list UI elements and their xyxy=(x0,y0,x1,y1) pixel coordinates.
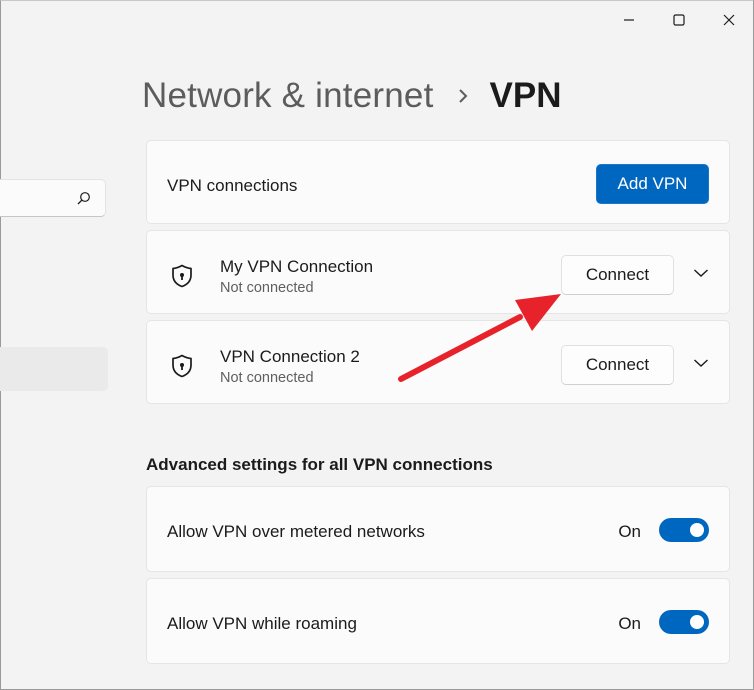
toggle-state-label: On xyxy=(618,522,641,541)
vpn-connection-name: VPN Connection 2 xyxy=(220,347,360,366)
breadcrumb-parent[interactable]: Network & internet xyxy=(142,76,434,116)
setting-label: Allow VPN while roaming xyxy=(167,614,357,633)
setting-metered-networks: Allow VPN over metered networks On xyxy=(146,486,730,572)
maximize-button[interactable] xyxy=(654,0,704,40)
window-controls xyxy=(604,0,754,40)
chevron-right-icon xyxy=(458,88,468,104)
chevron-down-icon[interactable] xyxy=(693,355,709,373)
advanced-settings-title: Advanced settings for all VPN connection… xyxy=(146,455,493,474)
metered-networks-toggle[interactable] xyxy=(659,518,709,542)
settings-search-input[interactable] xyxy=(0,179,106,217)
close-button[interactable] xyxy=(704,0,754,40)
vpn-connection-status: Not connected xyxy=(220,280,314,296)
connect-button[interactable]: Connect xyxy=(561,255,674,295)
add-vpn-button[interactable]: Add VPN xyxy=(596,164,709,204)
shield-icon xyxy=(171,264,193,293)
sidebar-item-selected[interactable] xyxy=(0,347,108,391)
maximize-icon xyxy=(673,14,685,26)
connect-button[interactable]: Connect xyxy=(561,345,674,385)
vpn-connection-item[interactable]: VPN Connection 2 Not connected Connect xyxy=(146,320,730,404)
shield-icon xyxy=(171,354,193,383)
setting-label: Allow VPN over metered networks xyxy=(167,522,425,541)
roaming-toggle[interactable] xyxy=(659,610,709,634)
toggle-state-label: On xyxy=(618,614,641,633)
page-title: VPN xyxy=(489,76,562,115)
close-icon xyxy=(723,14,735,26)
toggle-knob xyxy=(690,615,704,629)
vpn-connections-card: VPN connections Add VPN xyxy=(146,140,730,224)
vpn-connection-name: My VPN Connection xyxy=(220,257,374,276)
minimize-icon xyxy=(624,19,634,21)
chevron-down-icon[interactable] xyxy=(693,265,709,283)
setting-roaming: Allow VPN while roaming On xyxy=(146,578,730,664)
minimize-button[interactable] xyxy=(604,0,654,40)
vpn-connection-status: Not connected xyxy=(220,370,314,386)
breadcrumb: Network & internet VPN xyxy=(142,72,561,120)
toggle-knob xyxy=(690,523,704,537)
search-icon xyxy=(77,191,91,210)
vpn-connection-item[interactable]: My VPN Connection Not connected Connect xyxy=(146,230,730,314)
vpn-connections-label: VPN connections xyxy=(167,176,298,195)
